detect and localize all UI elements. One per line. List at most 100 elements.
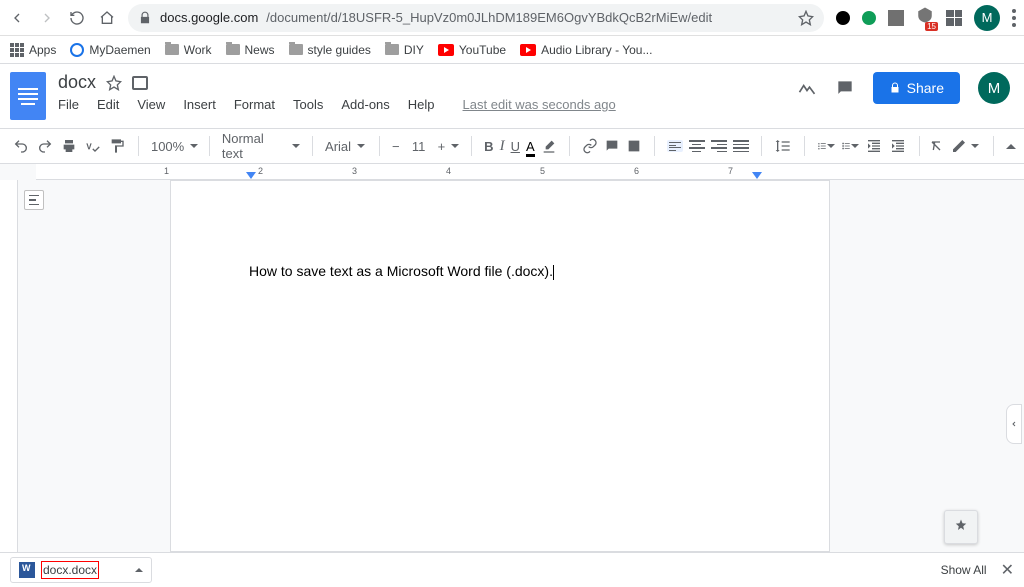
- horizontal-ruler[interactable]: 1 2 3 4 5 6 7: [36, 164, 1024, 180]
- forward-button[interactable]: [38, 9, 56, 27]
- italic-button[interactable]: I: [500, 138, 505, 155]
- extension-2-icon[interactable]: [862, 11, 876, 25]
- activity-icon[interactable]: [797, 78, 817, 98]
- apps-shortcut[interactable]: Apps: [10, 43, 56, 57]
- home-button[interactable]: [98, 9, 116, 27]
- insert-link-button[interactable]: [582, 138, 598, 154]
- bookmark-news[interactable]: News: [226, 43, 275, 57]
- menu-tools[interactable]: Tools: [293, 97, 323, 112]
- star-document-icon[interactable]: [106, 75, 122, 91]
- address-bar[interactable]: docs.google.com/document/d/18USFR-5_HupV…: [128, 4, 824, 32]
- comments-icon[interactable]: [835, 78, 855, 98]
- menu-format[interactable]: Format: [234, 97, 275, 112]
- text-color-button[interactable]: A: [526, 139, 535, 154]
- redo-button[interactable]: [36, 137, 54, 155]
- bookmark-label: Work: [184, 43, 212, 57]
- spellcheck-button[interactable]: [84, 137, 102, 155]
- editing-mode-dropdown[interactable]: [951, 138, 981, 154]
- zoom-dropdown[interactable]: 100%: [147, 139, 201, 154]
- indent-marker-right[interactable]: [752, 172, 762, 179]
- globe-icon: [70, 43, 84, 57]
- star-icon[interactable]: [798, 10, 814, 26]
- extension-1-icon[interactable]: [836, 11, 850, 25]
- side-panel-toggle[interactable]: [1006, 404, 1022, 444]
- extension-3-icon[interactable]: [888, 10, 904, 26]
- menubar: File Edit View Insert Format Tools Add-o…: [58, 97, 785, 112]
- align-center-button[interactable]: [689, 140, 705, 152]
- docs-profile-avatar[interactable]: M: [978, 72, 1010, 104]
- close-shelf-button[interactable]: ✕: [1001, 560, 1014, 580]
- show-all-downloads-button[interactable]: Show All: [941, 563, 987, 577]
- explore-button[interactable]: [944, 510, 978, 544]
- bookmark-audio-library[interactable]: Audio Library - You...: [520, 43, 652, 57]
- document-text[interactable]: How to save text as a Microsoft Word fil…: [249, 263, 553, 279]
- insert-image-button[interactable]: [626, 138, 642, 154]
- document-title[interactable]: docx: [58, 72, 96, 93]
- chevron-up-icon[interactable]: [135, 568, 143, 572]
- share-label: Share: [907, 80, 944, 96]
- back-button[interactable]: [8, 9, 26, 27]
- docs-logo-icon[interactable]: [10, 72, 46, 120]
- docs-toolbar: 100% Normal text Arial − 11 + B I U A: [0, 128, 1024, 164]
- folder-icon: [289, 44, 303, 55]
- chevron-down-icon[interactable]: [451, 144, 459, 148]
- vertical-ruler[interactable]: [0, 180, 18, 552]
- download-chip[interactable]: docx.docx: [10, 557, 152, 583]
- underline-button[interactable]: U: [511, 139, 520, 154]
- chevron-down-icon: [292, 144, 300, 148]
- chevron-down-icon: [971, 144, 979, 148]
- clear-formatting-button[interactable]: [927, 137, 945, 155]
- print-button[interactable]: [60, 137, 78, 155]
- paragraph-style-dropdown[interactable]: Normal text: [218, 131, 304, 161]
- font-size-increase[interactable]: +: [438, 139, 446, 154]
- checklist-button[interactable]: [817, 137, 835, 155]
- extension-badge-count: 15: [925, 22, 938, 31]
- bookmark-style-guides[interactable]: style guides: [289, 43, 371, 57]
- highlight-button[interactable]: [541, 138, 557, 154]
- bold-button[interactable]: B: [484, 139, 493, 154]
- extension-grid-icon[interactable]: [946, 10, 962, 26]
- menu-edit[interactable]: Edit: [97, 97, 119, 112]
- move-document-icon[interactable]: [132, 76, 148, 90]
- document-canvas: 1 2 3 4 5 6 7 How to save text as a Micr…: [0, 164, 1024, 552]
- last-edit-link[interactable]: Last edit was seconds ago: [463, 97, 616, 112]
- document-outline-button[interactable]: [24, 190, 44, 210]
- increase-indent-button[interactable]: [889, 137, 907, 155]
- bookmark-label: Audio Library - You...: [541, 43, 652, 57]
- extension-4-icon[interactable]: 15: [916, 6, 934, 29]
- reload-button[interactable]: [68, 9, 86, 27]
- insert-comment-button[interactable]: [604, 138, 620, 154]
- browser-profile-avatar[interactable]: M: [974, 5, 1000, 31]
- font-dropdown[interactable]: Arial: [321, 139, 371, 154]
- browser-menu-button[interactable]: [1012, 9, 1016, 27]
- font-size-decrease[interactable]: −: [392, 139, 400, 154]
- paint-format-button[interactable]: [108, 137, 126, 155]
- collapse-toolbar-button[interactable]: [1006, 144, 1016, 149]
- bullet-list-button[interactable]: [841, 137, 859, 155]
- ruler-tick: 4: [446, 166, 451, 176]
- menu-help[interactable]: Help: [408, 97, 435, 112]
- menu-insert[interactable]: Insert: [183, 97, 216, 112]
- bookmark-diy[interactable]: DIY: [385, 43, 424, 57]
- font-size-input[interactable]: 11: [406, 139, 432, 154]
- menu-addons[interactable]: Add-ons: [341, 97, 389, 112]
- indent-marker-left[interactable]: [246, 172, 256, 179]
- lock-icon: [138, 11, 152, 25]
- undo-button[interactable]: [12, 137, 30, 155]
- menu-file[interactable]: File: [58, 97, 79, 112]
- ruler-tick: 6: [634, 166, 639, 176]
- bookmark-label: style guides: [308, 43, 371, 57]
- folder-icon: [165, 44, 179, 55]
- align-justify-button[interactable]: [733, 140, 749, 152]
- align-left-button[interactable]: [667, 140, 683, 152]
- document-page[interactable]: How to save text as a Microsoft Word fil…: [170, 180, 830, 552]
- line-spacing-button[interactable]: [774, 137, 792, 155]
- bookmark-work[interactable]: Work: [165, 43, 212, 57]
- bookmark-mydaemen[interactable]: MyDaemen: [70, 43, 150, 57]
- url-host: docs.google.com: [160, 10, 258, 25]
- decrease-indent-button[interactable]: [865, 137, 883, 155]
- align-right-button[interactable]: [711, 140, 727, 152]
- share-button[interactable]: Share: [873, 72, 960, 104]
- menu-view[interactable]: View: [137, 97, 165, 112]
- bookmark-youtube[interactable]: YouTube: [438, 43, 506, 57]
